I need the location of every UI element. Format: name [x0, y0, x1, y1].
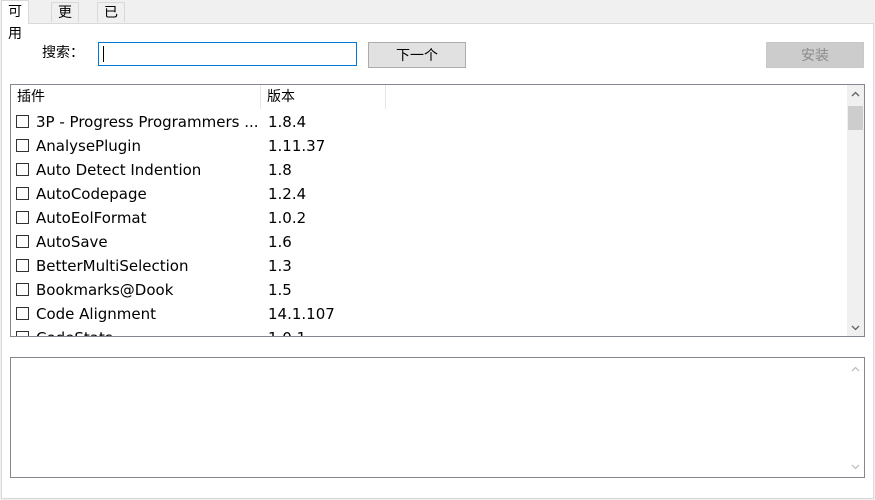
table-row[interactable]: Bookmarks@Dook 1.5 [11, 278, 847, 302]
plugin-name: BetterMultiSelection [36, 257, 189, 275]
table-row[interactable]: AnalysePlugin 1.11.37 [11, 134, 847, 158]
table-row[interactable]: Auto Detect Indention 1.8 [11, 158, 847, 182]
column-header-plugin[interactable]: 插件 [11, 85, 261, 109]
plugin-version: 1.8.4 [268, 113, 307, 131]
checkbox-icon[interactable] [16, 307, 29, 320]
plugin-version: 1.11.37 [268, 137, 326, 155]
checkbox-icon[interactable] [16, 115, 29, 128]
table-row[interactable]: 3P - Progress Programmers ... 1.8.4 [11, 110, 847, 134]
plugin-name: 3P - Progress Programmers ... [36, 113, 259, 131]
plugin-name: Code Alignment [36, 305, 157, 323]
tab-available[interactable]: 可用 [1, 0, 29, 42]
checkbox-icon[interactable] [16, 331, 29, 336]
install-button[interactable]: 安装 [766, 42, 864, 68]
table-row[interactable]: AutoCodepage 1.2.4 [11, 182, 847, 206]
plugin-name: AutoEolFormat [36, 209, 147, 227]
checkbox-icon[interactable] [16, 187, 29, 200]
plugin-name: CodeStats [36, 327, 261, 336]
description-scrollbar[interactable] [847, 358, 864, 477]
plugin-version: 1.8 [268, 161, 292, 179]
plugin-name: AnalysePlugin [36, 137, 141, 155]
plugin-version: 1.0.2 [268, 209, 307, 227]
scrollbar-thumb[interactable] [848, 106, 863, 130]
plugin-name: Bookmarks@Dook [36, 281, 174, 299]
tab-updates[interactable]: 更新 [51, 2, 79, 41]
column-header-version[interactable]: 版本 [261, 85, 386, 109]
search-input[interactable] [98, 42, 357, 66]
search-label: 搜索： [42, 45, 84, 61]
checkbox-icon[interactable] [16, 211, 29, 224]
description-box[interactable] [10, 357, 865, 478]
plugin-version: 1.3 [268, 257, 292, 275]
plugin-version: 1.6 [268, 233, 292, 251]
chevron-down-icon[interactable] [847, 458, 864, 475]
checkbox-icon[interactable] [16, 163, 29, 176]
checkbox-icon[interactable] [16, 235, 29, 248]
table-row[interactable]: BetterMultiSelection 1.3 [11, 254, 847, 278]
plugin-version: 1.5 [268, 281, 292, 299]
checkbox-icon[interactable] [16, 283, 29, 296]
checkbox-icon[interactable] [16, 259, 29, 272]
table-row[interactable]: AutoSave 1.6 [11, 230, 847, 254]
plugin-list[interactable]: 插件 版本 3P - Progress Programmers ... 1.8.… [10, 84, 865, 337]
chevron-up-icon[interactable] [847, 85, 864, 102]
text-caret [103, 46, 104, 62]
chevron-down-icon[interactable] [847, 319, 864, 336]
tab-installed[interactable]: 已安装 [97, 2, 125, 61]
checkbox-icon[interactable] [16, 139, 29, 152]
list-header: 插件 版本 [11, 85, 847, 109]
plugin-name: Auto Detect Indention [36, 161, 202, 179]
plugin-version: 1.2.4 [268, 185, 307, 203]
table-row[interactable]: CodeStats 1.0.1 [11, 326, 847, 336]
table-row[interactable]: Code Alignment 14.1.107 [11, 302, 847, 326]
plugin-name: AutoSave [36, 233, 108, 251]
plugin-name: AutoCodepage [36, 185, 147, 203]
chevron-up-icon[interactable] [847, 360, 864, 377]
next-button[interactable]: 下一个 [368, 42, 466, 68]
list-scrollbar[interactable] [847, 85, 864, 336]
plugin-version: 1.0.1 [268, 327, 306, 336]
table-row[interactable]: AutoEolFormat 1.0.2 [11, 206, 847, 230]
plugin-version: 14.1.107 [268, 305, 335, 323]
